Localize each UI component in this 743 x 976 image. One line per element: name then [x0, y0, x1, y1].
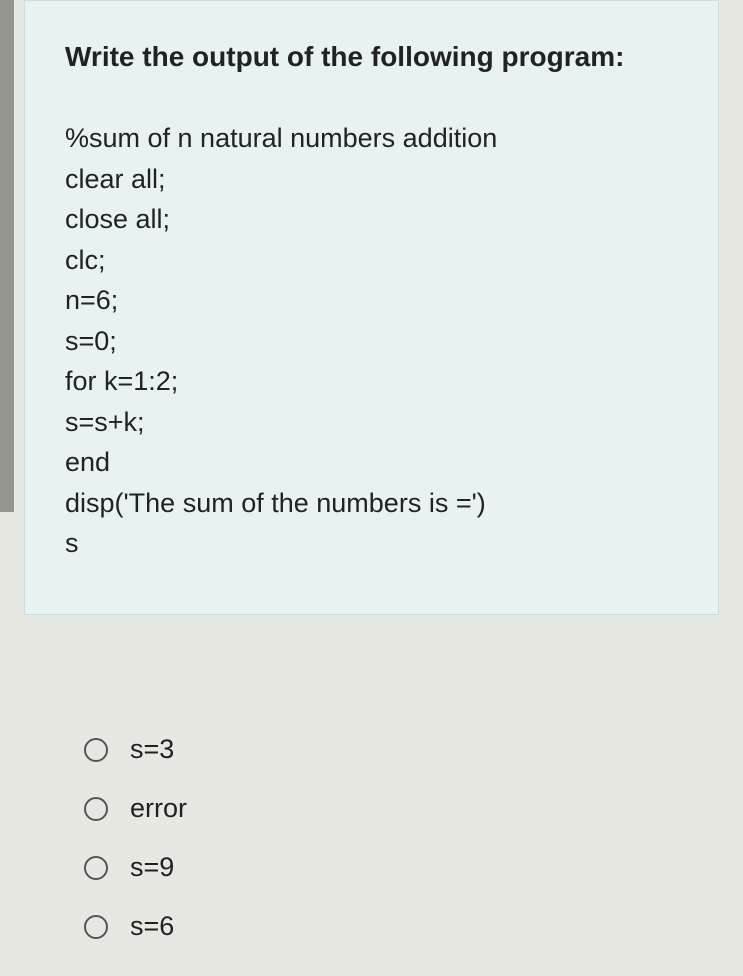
question-panel: Write the output of the following progra…: [24, 0, 719, 615]
left-accent-bar: [0, 0, 14, 512]
code-line: clc;: [65, 240, 678, 281]
answer-option-1[interactable]: s=3: [64, 720, 679, 779]
answer-option-2[interactable]: error: [64, 779, 679, 838]
answer-label: s=6: [130, 911, 174, 942]
answer-label: s=9: [130, 852, 174, 883]
code-line: s=s+k;: [65, 402, 678, 443]
code-block: %sum of n natural numbers addition clear…: [65, 118, 678, 564]
radio-icon: [84, 915, 108, 939]
question-title: Write the output of the following progra…: [65, 41, 678, 73]
code-line: %sum of n natural numbers addition: [65, 118, 678, 159]
radio-icon: [84, 738, 108, 762]
code-line: n=6;: [65, 280, 678, 321]
page-container: Write the output of the following progra…: [0, 0, 743, 973]
code-line: disp('The sum of the numbers is ='): [65, 483, 678, 524]
answer-label: error: [130, 793, 187, 824]
answer-option-3[interactable]: s=9: [64, 838, 679, 897]
code-line: close all;: [65, 199, 678, 240]
code-line: s: [65, 523, 678, 564]
code-line: clear all;: [65, 159, 678, 200]
answers-panel: s=3 error s=9 s=6: [24, 700, 719, 976]
answer-option-4[interactable]: s=6: [64, 897, 679, 956]
radio-icon: [84, 797, 108, 821]
answer-label: s=3: [130, 734, 174, 765]
radio-icon: [84, 856, 108, 880]
code-line: for k=1:2;: [65, 361, 678, 402]
code-line: end: [65, 442, 678, 483]
code-line: s=0;: [65, 321, 678, 362]
